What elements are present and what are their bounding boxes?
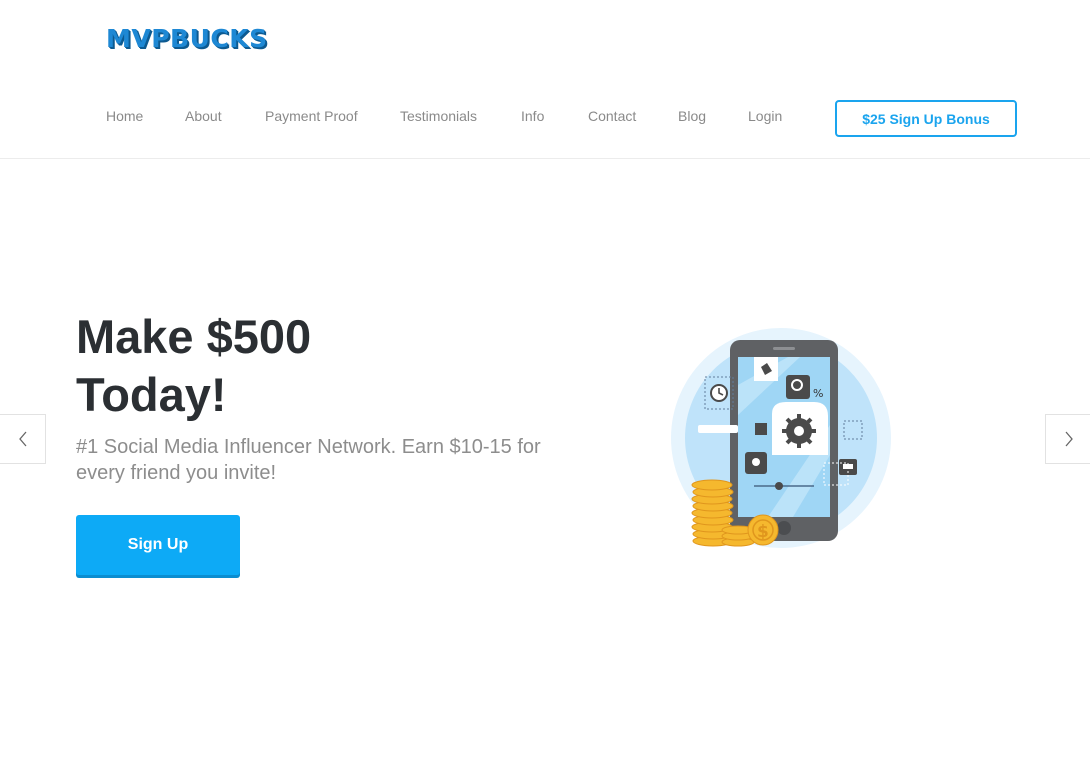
signup-bonus-button[interactable]: $25 Sign Up Bonus: [835, 100, 1017, 137]
phone-coins-illustration: % $: [671, 328, 891, 548]
hero-subtitle: #1 Social Media Influencer Network. Earn…: [76, 436, 541, 484]
chevron-right-icon: [1065, 431, 1073, 447]
hero-title-line-1: Make $500: [76, 310, 312, 363]
hero-title-line-2: Today!: [76, 368, 227, 421]
slider-next-button[interactable]: [1045, 414, 1090, 464]
svg-text:%: %: [813, 387, 823, 400]
nav-item-about[interactable]: About: [185, 108, 222, 124]
nav-item-home[interactable]: Home: [106, 108, 143, 124]
site-header: MVPBUCKS Home About Payment Proof Testim…: [0, 0, 1090, 159]
nav-item-payment-proof[interactable]: Payment Proof: [265, 108, 358, 124]
hero-title: Make $500 Today!: [76, 308, 311, 424]
chevron-left-icon: [18, 431, 26, 447]
logo[interactable]: MVPBUCKS: [106, 24, 268, 53]
sign-up-button[interactable]: Sign Up: [76, 515, 240, 575]
nav-item-login[interactable]: Login: [748, 108, 782, 124]
svg-text:$: $: [757, 522, 769, 542]
nav-item-info[interactable]: Info: [521, 108, 544, 124]
nav-item-blog[interactable]: Blog: [678, 108, 706, 124]
nav-item-contact[interactable]: Contact: [588, 108, 636, 124]
nav-item-testimonials[interactable]: Testimonials: [400, 108, 477, 124]
slider-prev-button[interactable]: [0, 414, 46, 464]
